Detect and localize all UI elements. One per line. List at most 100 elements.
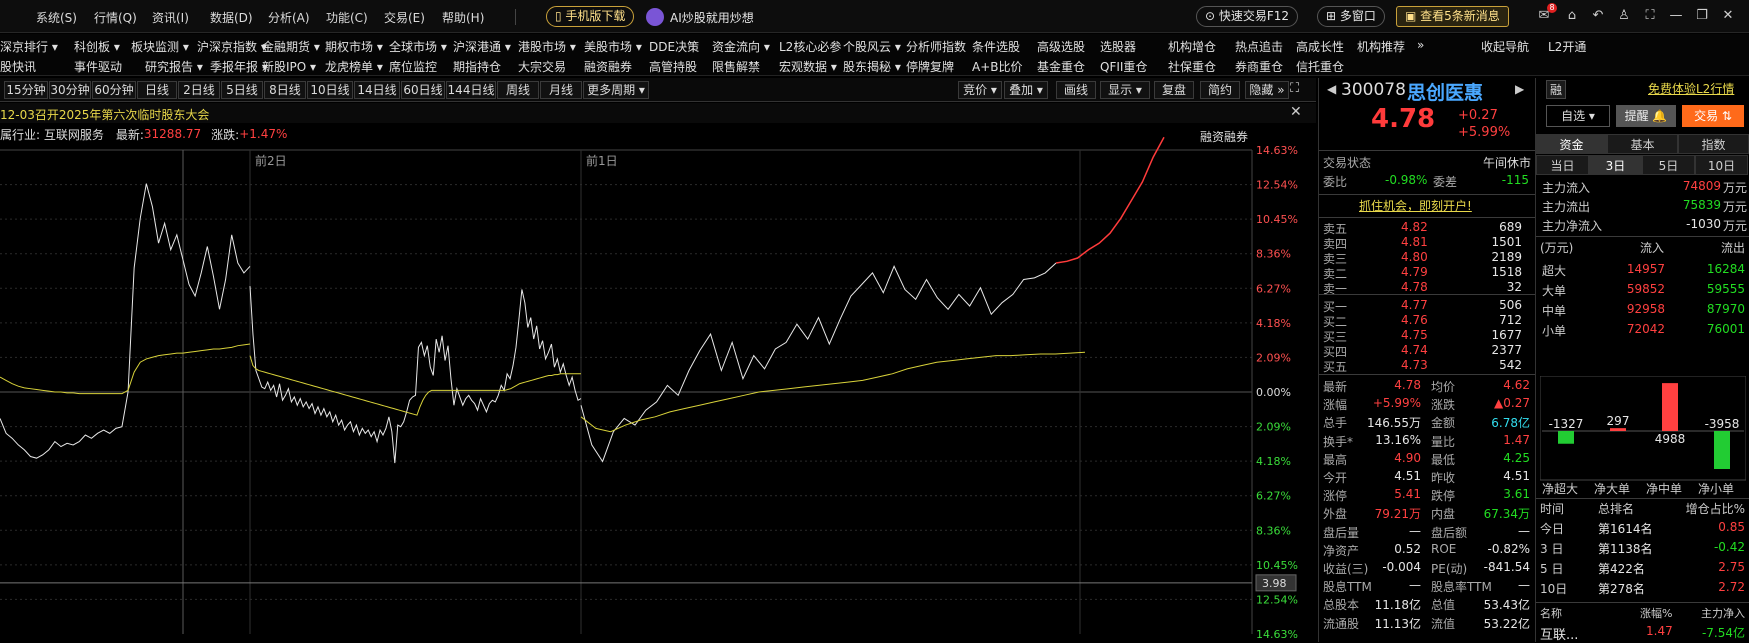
chart-tool-4[interactable]: 复盘 xyxy=(1154,81,1194,99)
nav-item-row2-6[interactable]: 席位监控 xyxy=(389,58,437,75)
nav-item-row2-14[interactable]: 停牌复牌 xyxy=(906,58,954,75)
nav-item-18[interactable]: 机构增仓 xyxy=(1168,38,1216,55)
close-window-icon[interactable]: ✕ xyxy=(1719,7,1737,25)
shirt-icon[interactable]: ♙ xyxy=(1615,7,1633,25)
period-tab-4[interactable]: 2日线 xyxy=(178,81,220,99)
nav-item-23[interactable]: 收起导航 xyxy=(1481,38,1529,55)
nav-item-3[interactable]: 沪深京指数 ▾ xyxy=(197,38,267,55)
home-icon[interactable]: ⌂ xyxy=(1563,7,1581,25)
nav-item-row2-11[interactable]: 限售解禁 xyxy=(712,58,760,75)
nav-item-row2-17[interactable]: QFII重仓 xyxy=(1100,58,1147,75)
nav-item-14[interactable]: 分析师指数 xyxy=(906,38,966,55)
nav-item-21[interactable]: 机构推荐 xyxy=(1357,38,1405,55)
nav-item-row2-1[interactable]: 事件驱动 xyxy=(74,58,122,75)
bid-price[interactable]: 4.74 xyxy=(1401,343,1428,357)
period-tab-3[interactable]: 日线 xyxy=(137,81,177,99)
menu-analysis[interactable]: 分析(A) xyxy=(268,9,310,26)
period-tab-13[interactable]: 更多周期 ▾ xyxy=(583,81,649,99)
remind-button[interactable]: 提醒 🔔 xyxy=(1616,105,1676,127)
nav-item-7[interactable]: 沪深港通 ▾ xyxy=(453,38,511,55)
back-icon[interactable]: ↶ xyxy=(1589,7,1607,25)
nav-item-8[interactable]: 港股市场 ▾ xyxy=(518,38,576,55)
prev-stock-icon[interactable]: ◀ xyxy=(1327,82,1336,96)
nav-item-row2-18[interactable]: 社保重仓 xyxy=(1168,58,1216,75)
nav-item-5[interactable]: 期权市场 ▾ xyxy=(325,38,383,55)
menu-news[interactable]: 资讯(I) xyxy=(152,9,189,26)
nav-item-15[interactable]: 条件选股 xyxy=(972,38,1020,55)
period-tab-1[interactable]: 30分钟 xyxy=(49,81,91,99)
ask-price[interactable]: 4.79 xyxy=(1401,265,1428,279)
period-tab-10[interactable]: 144日线 xyxy=(446,81,496,99)
nav-item-11[interactable]: 资金流向 ▾ xyxy=(712,38,770,55)
open-account-link[interactable]: 抓住机会，即刻开户! xyxy=(1359,197,1472,214)
period-tab-7[interactable]: 10日线 xyxy=(307,81,353,99)
menu-quote[interactable]: 行情(Q) xyxy=(94,9,137,26)
nav-item-row2-5[interactable]: 龙虎榜单 ▾ xyxy=(325,58,383,75)
fund-day-tab-3[interactable]: 10日 xyxy=(1695,155,1748,175)
news-message-button[interactable]: ▣ 查看5条新消息 xyxy=(1396,6,1509,27)
chart-tool-0[interactable]: 竞价 ▾ xyxy=(958,81,1002,99)
nav-item-row2-3[interactable]: 季报年报 ▾ xyxy=(210,58,268,75)
chart-tool-5[interactable]: 简约 xyxy=(1200,81,1240,99)
nav-item-row2-2[interactable]: 研究报告 ▾ xyxy=(145,58,203,75)
l2-trial-link[interactable]: 免费体验L2行情 xyxy=(1648,80,1734,97)
period-tab-12[interactable]: 月线 xyxy=(540,81,582,99)
bid-price[interactable]: 4.73 xyxy=(1401,358,1428,372)
nav-item-row2-7[interactable]: 期指持仓 xyxy=(453,58,501,75)
fund-day-tab-0[interactable]: 当日 xyxy=(1536,155,1589,175)
watchlist-button[interactable]: 自选 ▾ xyxy=(1546,105,1610,127)
ask-price[interactable]: 4.80 xyxy=(1401,250,1428,264)
nav-item-row2-4[interactable]: 新股IPO ▾ xyxy=(262,58,316,75)
menu-system[interactable]: 系统(S) xyxy=(36,9,77,26)
menu-trade[interactable]: 交易(E) xyxy=(384,9,425,26)
nav-item-16[interactable]: 高级选股 xyxy=(1037,38,1085,55)
bid-price[interactable]: 4.75 xyxy=(1401,328,1428,342)
nav-item-4[interactable]: 金融期货 ▾ xyxy=(262,38,320,55)
bid-price[interactable]: 4.76 xyxy=(1401,313,1428,327)
nav-item-row2-19[interactable]: 券商重仓 xyxy=(1235,58,1283,75)
menu-help[interactable]: 帮助(H) xyxy=(442,9,484,26)
period-tab-0[interactable]: 15分钟 xyxy=(4,81,48,99)
expand-icon[interactable]: ⛶ xyxy=(1290,81,1299,96)
period-tab-6[interactable]: 8日线 xyxy=(264,81,306,99)
period-tab-11[interactable]: 周线 xyxy=(497,81,539,99)
menu-data[interactable]: 数据(D) xyxy=(210,9,253,26)
fund-tab-1[interactable]: 基本 xyxy=(1607,134,1678,154)
fund-day-tab-1[interactable]: 3日 xyxy=(1589,155,1642,175)
next-stock-icon[interactable]: ▶ xyxy=(1515,82,1524,96)
nav-item-row2-10[interactable]: 高管持股 xyxy=(649,58,697,75)
ask-price[interactable]: 4.78 xyxy=(1401,280,1428,294)
quick-trade-button[interactable]: ⊙ 快速交易F12 xyxy=(1196,6,1299,27)
maximize-icon[interactable]: ❐ xyxy=(1693,7,1711,25)
nav-item-1[interactable]: 科创板 ▾ xyxy=(74,38,120,55)
fund-tab-0[interactable]: 资金 xyxy=(1536,134,1607,154)
ask-price[interactable]: 4.82 xyxy=(1401,220,1428,234)
mobile-download-button[interactable]: ▯ 手机版下载 xyxy=(546,6,635,27)
sector-name[interactable]: 互联... xyxy=(1540,624,1578,643)
multi-window-button[interactable]: ⊞ 多窗口 xyxy=(1317,6,1385,27)
chart-tool-2[interactable]: 画线 xyxy=(1056,81,1096,99)
nav-item-13[interactable]: 个股风云 ▾ xyxy=(843,38,901,55)
menu-function[interactable]: 功能(C) xyxy=(326,9,368,26)
nav-item-20[interactable]: 高成长性 xyxy=(1296,38,1344,55)
nav-item-19[interactable]: 热点追击 xyxy=(1235,38,1283,55)
fund-day-tab-2[interactable]: 5日 xyxy=(1642,155,1695,175)
minimize-icon[interactable]: — xyxy=(1667,7,1685,25)
nav-item-row2-0[interactable]: 股快讯 xyxy=(0,58,36,75)
nav-item-6[interactable]: 全球市场 ▾ xyxy=(389,38,447,55)
price-chart[interactable]: 14.63% 12.54% 10.45% 8.36% 6.27% 4.18% 2.09% 0.… xyxy=(0,103,1316,642)
period-tab-9[interactable]: 60日线 xyxy=(401,81,445,99)
nav-item-9[interactable]: 美股市场 ▾ xyxy=(584,38,642,55)
chart-tool-6[interactable]: 隐藏 » xyxy=(1245,81,1289,99)
nav-item-24[interactable]: L2开通 xyxy=(1548,38,1586,55)
period-tab-8[interactable]: 14日线 xyxy=(354,81,400,99)
nav-item-row2-20[interactable]: 信托重仓 xyxy=(1296,58,1344,75)
nav-item-22[interactable]: » xyxy=(1417,38,1424,52)
fullscreen-icon[interactable]: ⛶ xyxy=(1641,7,1659,25)
chart-tool-3[interactable]: 显示 ▾ xyxy=(1100,81,1150,99)
period-tab-5[interactable]: 5日线 xyxy=(221,81,263,99)
trade-button[interactable]: 交易 ⇅ xyxy=(1682,105,1744,127)
nav-item-2[interactable]: 板块监测 ▾ xyxy=(131,38,189,55)
nav-item-row2-12[interactable]: 宏观数据 ▾ xyxy=(779,58,837,75)
ask-price[interactable]: 4.81 xyxy=(1401,235,1428,249)
